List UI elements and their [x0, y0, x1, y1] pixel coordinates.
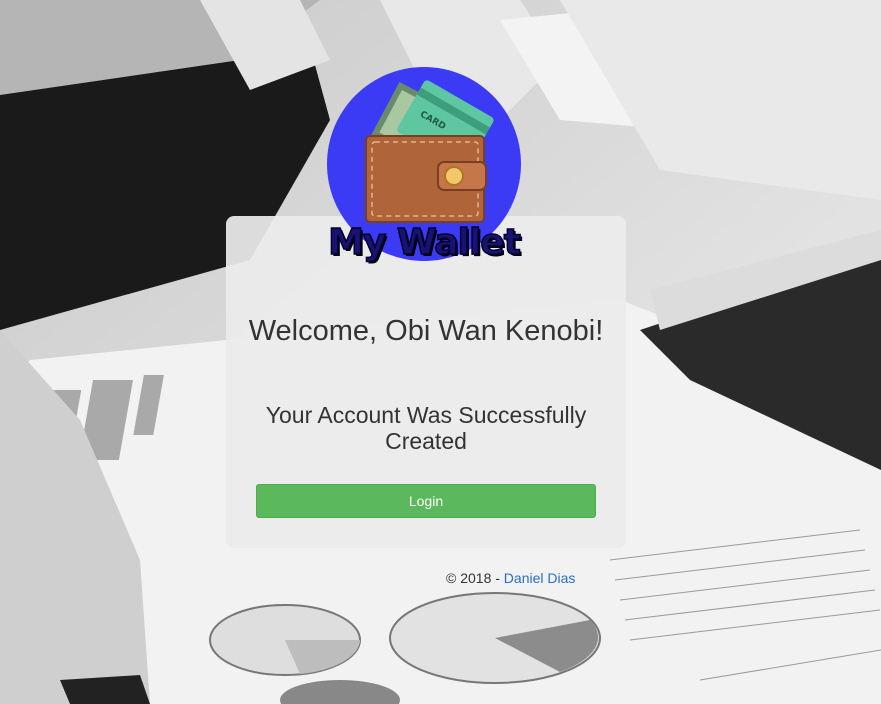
welcome-heading: Welcome, Obi Wan Kenobi! [248, 315, 604, 347]
copyright-text: © 2018 - [446, 570, 504, 586]
logo-text: My Wallet [327, 221, 521, 264]
footer: © 2018 - Daniel Dias [446, 570, 575, 586]
success-message: Your Account Was Successfully Created [265, 402, 587, 454]
author-link[interactable]: Daniel Dias [504, 570, 576, 586]
login-button[interactable]: Login [256, 484, 596, 518]
